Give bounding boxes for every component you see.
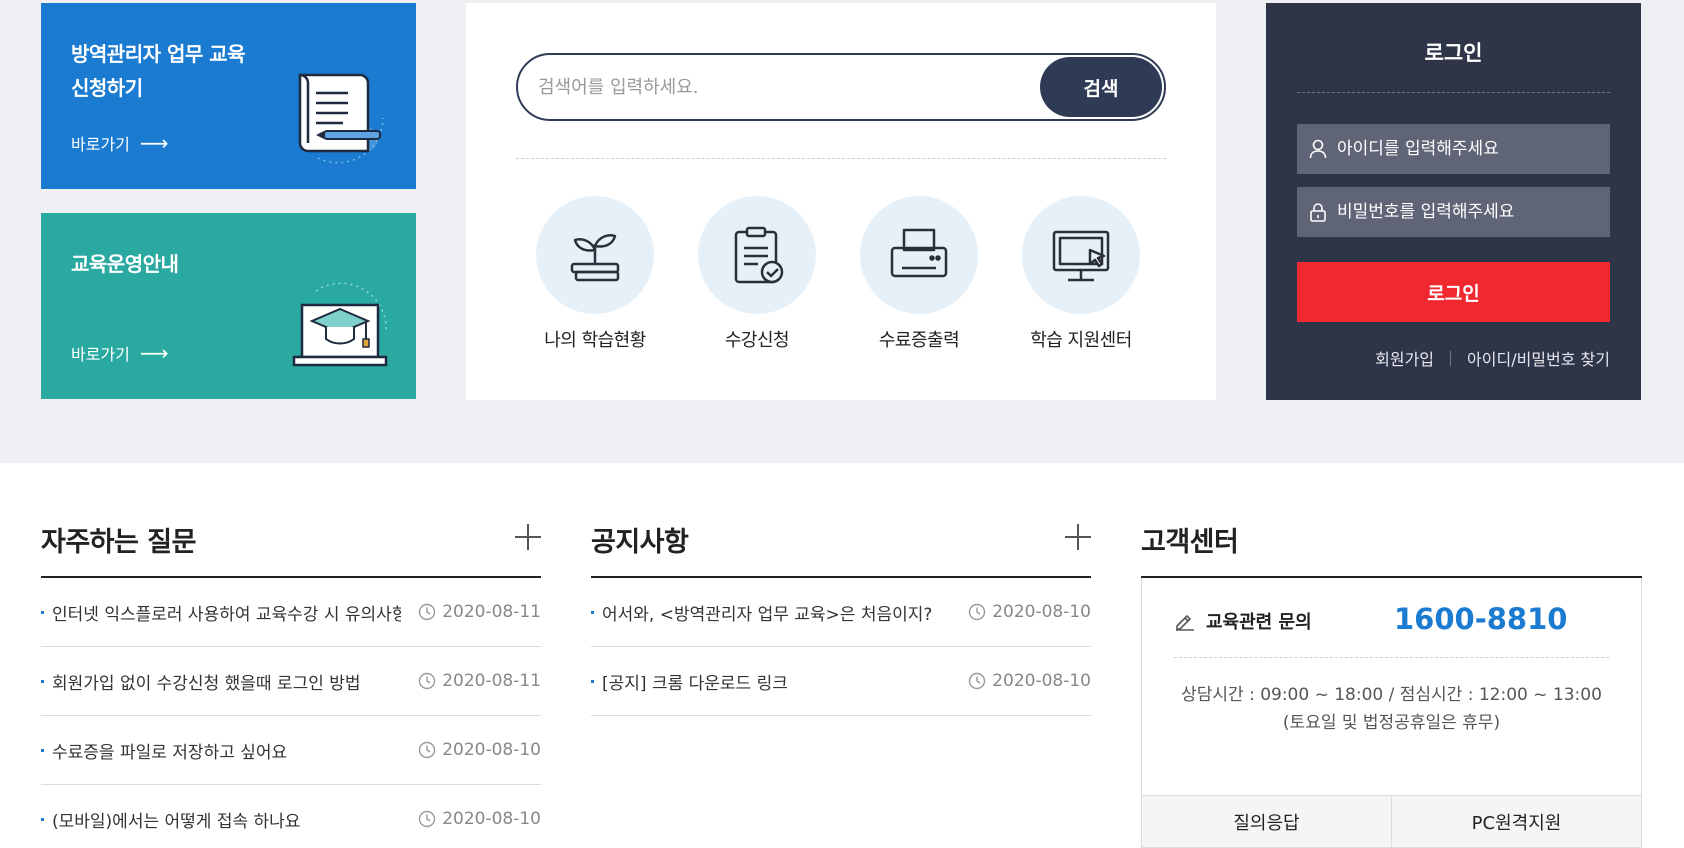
consult-hours: 상담시간 : 09:00 ~ 18:00 / 점심시간 : 12:00 ~ 13… — [1142, 681, 1641, 737]
phone-number: 1600-8810 — [1394, 602, 1568, 636]
customer-center-section: 고객센터 — [1141, 508, 1642, 578]
list-item-date: 2020-08-10 — [992, 602, 1091, 622]
search-bar: 검색 — [516, 53, 1166, 121]
monitor-cursor-icon — [1052, 230, 1110, 282]
list-item-date: 2020-08-10 — [442, 809, 541, 829]
section-title: 공지사항 — [591, 527, 689, 558]
qna-button[interactable]: 질의응답 — [1142, 796, 1391, 847]
list-item-date: 2020-08-10 — [442, 740, 541, 760]
password-input[interactable] — [1337, 202, 1610, 222]
list-item[interactable]: 인터넷 익스플로러 사용하여 교육수강 시 유의사항 2020-08-11 — [41, 578, 541, 647]
signup-link[interactable]: 회원가입 — [1375, 346, 1434, 370]
bullet-icon — [591, 679, 594, 683]
inquiry-text: 교육관련 문의 — [1206, 612, 1312, 633]
quick-link-label: 나의 학습현황 — [544, 330, 646, 351]
divider — [516, 158, 1166, 159]
list-item[interactable]: 수료증을 파일로 저장하고 싶어요 2020-08-10 — [41, 716, 541, 785]
section-title: 자주하는 질문 — [41, 527, 196, 558]
id-input[interactable] — [1337, 139, 1610, 159]
bullet-icon — [41, 610, 44, 614]
lock-icon — [1310, 203, 1326, 222]
promo-title: 교육운영안내 — [71, 252, 179, 276]
promo-operation-guide[interactable]: 교육운영안내 바로가기 ⟶ — [41, 213, 416, 399]
divider — [1174, 657, 1609, 658]
section-title: 고객센터 — [1141, 527, 1239, 558]
login-panel: 로그인 로그인 회원가입 아이디/비밀번호 찾기 — [1266, 3, 1641, 400]
quick-link-support-center[interactable]: 학습 지원센터 — [1006, 196, 1156, 352]
arrow-right-icon: ⟶ — [139, 341, 169, 365]
inquiry-label: 교육관련 문의 — [1174, 608, 1312, 634]
quick-link-label: 수강신청 — [724, 330, 790, 351]
customer-center-box: 교육관련 문의 1600-8810 상담시간 : 09:00 ~ 18:00 /… — [1141, 578, 1642, 848]
quick-link-enroll[interactable]: 수강신청 — [682, 196, 832, 352]
remote-support-button[interactable]: PC원격지원 — [1391, 796, 1641, 847]
printer-icon — [890, 228, 948, 278]
quick-link-label: 수료증출력 — [878, 330, 960, 351]
hours-line: 상담시간 : 09:00 ~ 18:00 / 점심시간 : 12:00 ~ 13… — [1181, 685, 1602, 705]
shortcut-label: 바로가기 — [71, 135, 130, 154]
list-item-text: 인터넷 익스플로러 사용하여 교육수강 시 유의사항 — [52, 604, 401, 625]
list-item[interactable]: (모바일)에서는 어떻게 접속 하나요 2020-08-10 — [41, 785, 541, 848]
login-links: 회원가입 아이디/비밀번호 찾기 — [1266, 346, 1610, 370]
promo-title: 방역관리자 업무 교육 신청하기 — [71, 42, 246, 100]
clock-icon — [969, 603, 986, 621]
list-item-date: 2020-08-10 — [992, 671, 1091, 691]
bullet-icon — [41, 817, 44, 821]
document-pen-icon — [298, 73, 384, 164]
list-item[interactable]: 회원가입 없이 수강신청 했을때 로그인 방법 2020-08-11 — [41, 647, 541, 716]
clock-icon — [419, 810, 436, 828]
find-account-link[interactable]: 아이디/비밀번호 찾기 — [1467, 346, 1610, 370]
id-field[interactable] — [1297, 124, 1610, 174]
plus-icon[interactable] — [515, 524, 541, 550]
shortcut-link[interactable]: 바로가기 ⟶ — [71, 131, 169, 155]
clipboard-check-icon — [734, 226, 784, 284]
promo-education-apply[interactable]: 방역관리자 업무 교육 신청하기 바로가기 ⟶ — [41, 3, 416, 189]
divider — [1297, 92, 1610, 93]
shortcut-link[interactable]: 바로가기 ⟶ — [71, 341, 169, 365]
clock-icon — [419, 741, 436, 759]
list-item[interactable]: 어서와, <방역관리자 업무 교육>은 처음이지? 2020-08-10 — [591, 578, 1091, 647]
list-item-text: [공지] 크롬 다운로드 링크 — [602, 673, 788, 694]
bullet-icon — [41, 748, 44, 752]
notice-section: 공지사항 어서와, <방역관리자 업무 교육>은 처음이지? 2020-08-1… — [591, 508, 1091, 716]
list-item-text: 어서와, <방역관리자 업무 교육>은 처음이지? — [602, 604, 933, 625]
list-item-date: 2020-08-11 — [442, 671, 541, 691]
list-item-text: (모바일)에서는 어떻게 접속 하나요 — [52, 811, 301, 832]
holiday-note: (토요일 및 법정공휴일은 휴무) — [1282, 713, 1501, 733]
pencil-icon — [1176, 614, 1194, 631]
list-item[interactable]: [공지] 크롬 다운로드 링크 2020-08-10 — [591, 647, 1091, 716]
faq-section: 자주하는 질문 인터넷 익스플로러 사용하여 교육수강 시 유의사항 2020-… — [41, 508, 541, 848]
clock-icon — [419, 672, 436, 690]
shortcut-label: 바로가기 — [71, 345, 130, 364]
user-icon — [1309, 139, 1327, 159]
password-field[interactable] — [1297, 187, 1610, 237]
center-panel: 검색 나의 학습현황 — [466, 3, 1216, 400]
clock-icon — [419, 603, 436, 621]
plant-book-icon — [570, 234, 620, 282]
login-button[interactable]: 로그인 — [1297, 262, 1610, 322]
quick-link-certificate[interactable]: 수료증출력 — [844, 196, 994, 352]
login-title: 로그인 — [1424, 41, 1483, 65]
bullet-icon — [41, 679, 44, 683]
list-item-text: 수료증을 파일로 저장하고 싶어요 — [52, 742, 288, 763]
bullet-icon — [591, 610, 594, 614]
clock-icon — [969, 672, 986, 690]
support-tabs: 질의응답 PC원격지원 — [1142, 795, 1641, 847]
list-item-text: 회원가입 없이 수강신청 했을때 로그인 방법 — [52, 673, 361, 694]
quick-link-my-learning[interactable]: 나의 학습현황 — [520, 196, 670, 352]
plus-icon[interactable] — [1065, 524, 1091, 550]
divider — [1450, 350, 1452, 366]
search-button[interactable]: 검색 — [1040, 57, 1162, 117]
arrow-right-icon: ⟶ — [139, 131, 169, 155]
list-item-date: 2020-08-11 — [442, 602, 541, 622]
quick-link-label: 학습 지원센터 — [1030, 330, 1132, 351]
laptop-graduation-cap-icon — [292, 282, 388, 367]
search-input[interactable] — [518, 55, 1040, 119]
